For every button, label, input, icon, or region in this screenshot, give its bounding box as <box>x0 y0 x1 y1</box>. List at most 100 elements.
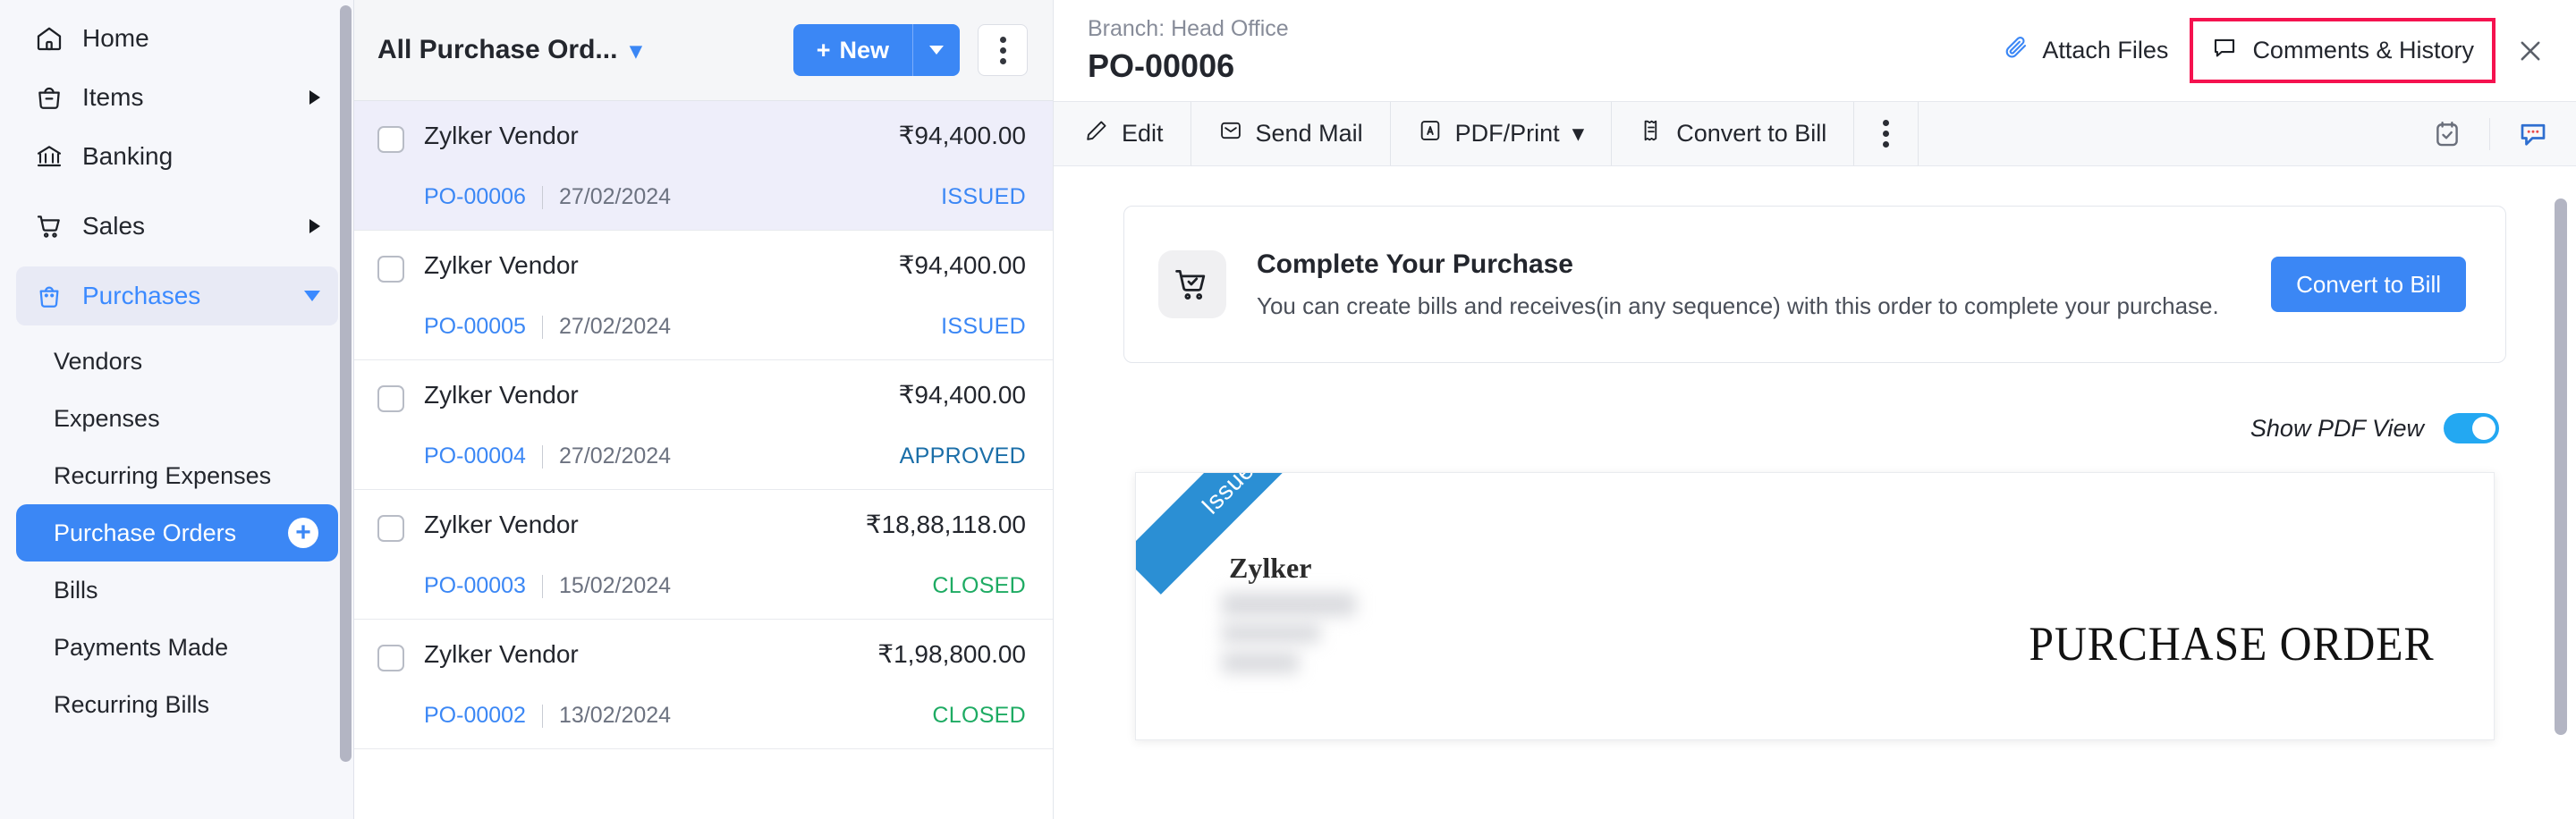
purchase-bag-icon <box>34 281 64 311</box>
table-row[interactable]: Zylker Vendor ₹94,400.00 PO-00006 27/02/… <box>354 101 1053 231</box>
edit-button[interactable]: Edit <box>1054 102 1191 165</box>
sidebar-item-banking[interactable]: Banking <box>16 127 338 186</box>
sidebar-item-purchases[interactable]: Purchases <box>16 266 338 325</box>
sidebar-item-vendors[interactable]: Vendors <box>16 333 338 390</box>
row-primary-line: Zylker Vendor ₹1,98,800.00 <box>424 639 1026 669</box>
pdf-brand-name: Zylker <box>1229 552 1311 585</box>
row-content: Zylker Vendor ₹18,88,118.00 PO-00003 15/… <box>424 510 1026 599</box>
purchase-order-detail-panel: Branch: Head Office PO-00006 Attach File… <box>1054 0 2576 819</box>
chevron-down-icon <box>304 291 320 301</box>
sidebar-item-label: Home <box>82 24 320 53</box>
redacted-line <box>1222 652 1299 673</box>
row-primary-line: Zylker Vendor ₹94,400.00 <box>424 380 1026 410</box>
show-pdf-view-label: Show PDF View <box>2250 415 2424 443</box>
edit-label: Edit <box>1122 120 1164 148</box>
pdf-print-button[interactable]: PDF/Print ▾ <box>1391 102 1613 165</box>
row-content: Zylker Vendor ₹94,400.00 PO-00006 27/02/… <box>424 121 1026 210</box>
complete-purchase-banner: Complete Your Purchase You can create bi… <box>1123 206 2506 363</box>
convert-to-bill-label: Convert to Bill <box>1676 120 1826 148</box>
row-secondary-line: PO-00003 15/02/2024 CLOSED <box>424 573 1026 599</box>
row-content: Zylker Vendor ₹94,400.00 PO-00005 27/02/… <box>424 250 1026 340</box>
sidebar-item-home[interactable]: Home <box>16 9 338 68</box>
row-primary-line: Zylker Vendor ₹94,400.00 <box>424 250 1026 280</box>
pdf-preview: Issued Zylker PURCHASE ORDER <box>1135 472 2495 740</box>
home-icon <box>34 23 64 54</box>
row-meta: PO-00006 27/02/2024 <box>424 184 671 210</box>
page-title: PO-00006 <box>1088 47 1289 85</box>
sidebar-sub-label: Recurring Bills <box>54 691 209 719</box>
sidebar-item-purchase-orders[interactable]: Purchase Orders + <box>16 504 338 561</box>
pdf-print-label: PDF/Print <box>1455 120 1560 148</box>
comments-history-button[interactable]: Comments & History <box>2211 34 2474 67</box>
bank-icon <box>34 141 64 172</box>
tasks-button[interactable] <box>2405 119 2489 149</box>
receipt-icon <box>1639 118 1664 149</box>
chevron-down-icon <box>929 46 944 55</box>
row-secondary-line: PO-00004 27/02/2024 APPROVED <box>424 443 1026 469</box>
new-dropdown-button[interactable] <box>913 24 960 76</box>
divider <box>542 316 543 339</box>
convert-to-bill-toolbar-button[interactable]: Convert to Bill <box>1612 102 1854 165</box>
paperclip-icon <box>2003 34 2029 67</box>
row-meta: PO-00002 13/02/2024 <box>424 703 671 729</box>
po-number-link[interactable]: PO-00005 <box>424 314 526 340</box>
table-row[interactable]: Zylker Vendor ₹18,88,118.00 PO-00003 15/… <box>354 490 1053 620</box>
row-checkbox[interactable] <box>377 385 404 412</box>
detail-scrollbar[interactable] <box>2555 198 2567 735</box>
po-number-link[interactable]: PO-00006 <box>424 184 526 210</box>
detail-more-options-button[interactable] <box>1854 102 1919 165</box>
detail-action-toolbar: Edit Send Mail PDF/Print ▾ Convert to B <box>1054 101 2576 166</box>
table-row[interactable]: Zylker Vendor ₹1,98,800.00 PO-00002 13/0… <box>354 620 1053 749</box>
sidebar-item-label: Sales <box>82 212 292 241</box>
redacted-line <box>1222 623 1320 643</box>
table-row[interactable]: Zylker Vendor ₹94,400.00 PO-00005 27/02/… <box>354 231 1053 360</box>
list-more-options-button[interactable] <box>978 24 1028 76</box>
sidebar-item-label: Purchases <box>82 282 286 310</box>
view-selector[interactable]: All Purchase Ord... ▾ <box>377 35 641 65</box>
comments-history-label: Comments & History <box>2252 37 2474 64</box>
sidebar-item-label: Items <box>82 83 292 112</box>
po-date: 13/02/2024 <box>559 703 671 729</box>
sidebar-item-recurring-bills[interactable]: Recurring Bills <box>16 676 338 733</box>
row-checkbox[interactable] <box>377 515 404 542</box>
row-checkbox[interactable] <box>377 645 404 671</box>
close-button[interactable] <box>2515 36 2546 66</box>
show-pdf-view-toggle[interactable] <box>2444 413 2499 443</box>
sidebar-item-payments-made[interactable]: Payments Made <box>16 619 338 676</box>
sidebar-item-items[interactable]: Items <box>16 68 338 127</box>
sidebar-scrollbar[interactable] <box>340 5 352 762</box>
vendor-name: Zylker Vendor <box>424 640 579 669</box>
amount: ₹94,400.00 <box>899 121 1026 150</box>
sidebar-item-sales[interactable]: Sales <box>16 197 338 256</box>
pdf-document-title: PURCHASE ORDER <box>2029 616 2435 671</box>
convert-to-bill-button[interactable]: Convert to Bill <box>2271 257 2466 312</box>
po-number-link[interactable]: PO-00004 <box>424 443 526 469</box>
attach-files-button[interactable]: Attach Files <box>2003 34 2190 67</box>
new-button[interactable]: + New <box>793 24 913 76</box>
sidebar-item-recurring-expenses[interactable]: Recurring Expenses <box>16 447 338 504</box>
comments-panel-button[interactable] <box>2489 118 2576 150</box>
sidebar-item-expenses[interactable]: Expenses <box>16 390 338 447</box>
detail-header-actions: Attach Files Comments & History <box>2003 18 2546 83</box>
kebab-dot <box>1883 141 1889 148</box>
table-row[interactable]: Zylker Vendor ₹94,400.00 PO-00004 27/02/… <box>354 360 1053 490</box>
po-number-link[interactable]: PO-00002 <box>424 703 526 729</box>
po-number-link[interactable]: PO-00003 <box>424 573 526 599</box>
bag-icon <box>34 82 64 113</box>
chat-bubble-icon <box>2517 118 2549 150</box>
sidebar-item-bills[interactable]: Bills <box>16 561 338 619</box>
send-mail-button[interactable]: Send Mail <box>1191 102 1391 165</box>
add-purchase-order-button[interactable]: + <box>288 518 318 548</box>
po-date: 15/02/2024 <box>559 573 671 599</box>
attach-files-label: Attach Files <box>2042 37 2168 64</box>
branch-label: Branch: Head Office <box>1088 16 1289 42</box>
po-date: 27/02/2024 <box>559 314 671 340</box>
po-date: 27/02/2024 <box>559 184 671 210</box>
sidebar-sub-label: Recurring Expenses <box>54 462 271 490</box>
comment-bubble-icon <box>2211 34 2238 67</box>
row-checkbox[interactable] <box>377 256 404 283</box>
row-secondary-line: PO-00005 27/02/2024 ISSUED <box>424 314 1026 340</box>
row-checkbox[interactable] <box>377 126 404 153</box>
row-meta: PO-00005 27/02/2024 <box>424 314 671 340</box>
row-primary-line: Zylker Vendor ₹18,88,118.00 <box>424 510 1026 539</box>
